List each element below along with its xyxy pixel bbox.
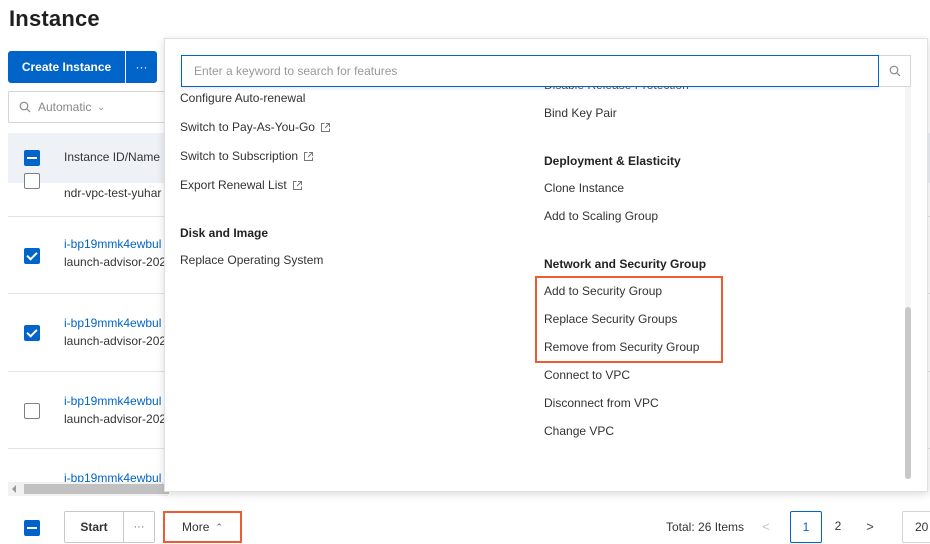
filter-select[interactable]: Automatic ⌄ [8,91,168,123]
more-label: More [182,520,210,534]
instance-name: launch-advisor-202 [64,412,167,426]
instance-id-link[interactable]: i-bp19mmk4ewbul [64,316,161,330]
instance-name: launch-advisor-202 [64,255,167,269]
menu-item-label: Replace Operating System [180,253,324,267]
group-title-disk-and-image: Disk and Image [180,226,269,240]
group-title-network-security-group: Network and Security Group [544,257,707,271]
menu-item-label: Connect to VPC [544,368,631,382]
row-checkbox[interactable] [24,173,40,189]
instance-id-link[interactable]: i-bp19mmk4ewbul [64,237,161,251]
column-header-instance-id-name[interactable]: Instance ID/Name [64,150,160,164]
menu-item-switch-pay-as-you-go[interactable]: Switch to Pay-As-You-Go [180,120,331,134]
pagination-page-1[interactable]: 1 [790,511,822,543]
menu-item-replace-operating-system[interactable]: Replace Operating System [180,253,323,267]
filter-label: Automatic [38,100,92,114]
pagination-prev-button[interactable]: < [758,516,774,536]
start-button[interactable]: Start [64,511,124,543]
row-checkbox[interactable] [24,248,40,264]
footer-select-all-checkbox[interactable] [24,520,40,536]
scrollbar-thumb[interactable] [24,484,169,494]
create-instance-button[interactable]: Create Instance [8,51,125,83]
menu-item-label: Disconnect from VPC [544,396,659,410]
chevron-up-icon: ⌃ [215,521,223,532]
menu-item-label: Add to Scaling Group [544,209,659,223]
select-all-checkbox[interactable] [24,150,40,166]
menu-item-label: Configure Auto-renewal [180,91,306,105]
chevron-down-icon: ⌄ [97,101,105,112]
dropdown-scrollbar-thumb[interactable] [905,307,911,479]
page-title: Instance [9,6,100,31]
menu-item-label: Bind Key Pair [544,106,617,120]
menu-item-bind-key-pair[interactable]: Bind Key Pair [544,106,617,120]
scroll-left-icon[interactable] [12,485,16,493]
menu-item-disconnect-from-vpc[interactable]: Disconnect from VPC [544,396,659,410]
more-actions-dropdown: Configure Auto-renewal Switch to Pay-As-… [164,38,928,492]
create-more-button[interactable]: ··· [126,51,157,83]
menu-item-clone-instance[interactable]: Clone Instance [544,181,624,195]
pagination-page-2[interactable]: 2 [828,516,848,536]
search-icon [19,101,31,113]
menu-item-switch-subscription[interactable]: Switch to Subscription [180,149,314,163]
external-link-icon [320,122,330,132]
menu-item-label: Export Renewal List [180,178,287,192]
pagination-next-button[interactable]: > [862,516,878,536]
total-items: Total: 26 Items [666,520,745,534]
row-checkbox[interactable] [24,325,40,341]
instance-name: launch-advisor-202 [64,334,167,348]
feature-search-button[interactable] [879,55,911,87]
menu-item-add-to-scaling-group[interactable]: Add to Scaling Group [544,209,658,223]
feature-search-input[interactable] [182,56,878,86]
menu-item-label: Clone Instance [544,181,625,195]
page-size-select[interactable]: 20 [902,511,930,543]
search-icon [889,65,900,77]
instance-id-link[interactable]: i-bp19mmk4ewbul [64,394,161,408]
external-link-icon [292,180,302,190]
security-group-highlight-annotation [535,276,723,363]
instance-name: ndr-vpc-test-yuhar [64,186,162,200]
menu-item-label: Switch to Pay-As-You-Go [180,120,315,134]
row-checkbox[interactable] [24,403,40,419]
group-title-deployment-elasticity: Deployment & Elasticity [544,154,681,168]
menu-item-label: Switch to Subscription [180,149,299,163]
footer-more-actions-button[interactable]: ··· [124,511,155,543]
feature-search-field[interactable] [181,55,879,87]
external-link-icon [304,151,314,161]
more-button[interactable]: More ⌃ [163,511,242,543]
instance-id-link[interactable]: i-bp19mmk4ewbul [64,471,161,482]
menu-item-connect-to-vpc[interactable]: Connect to VPC [544,368,630,382]
menu-item-change-vpc[interactable]: Change VPC [544,424,614,438]
menu-item-label: Change VPC [544,424,615,438]
menu-item-configure-auto-renewal[interactable]: Configure Auto-renewal [180,91,305,105]
menu-item-export-renewal-list[interactable]: Export Renewal List [180,178,303,192]
horizontal-scrollbar[interactable] [8,482,169,496]
